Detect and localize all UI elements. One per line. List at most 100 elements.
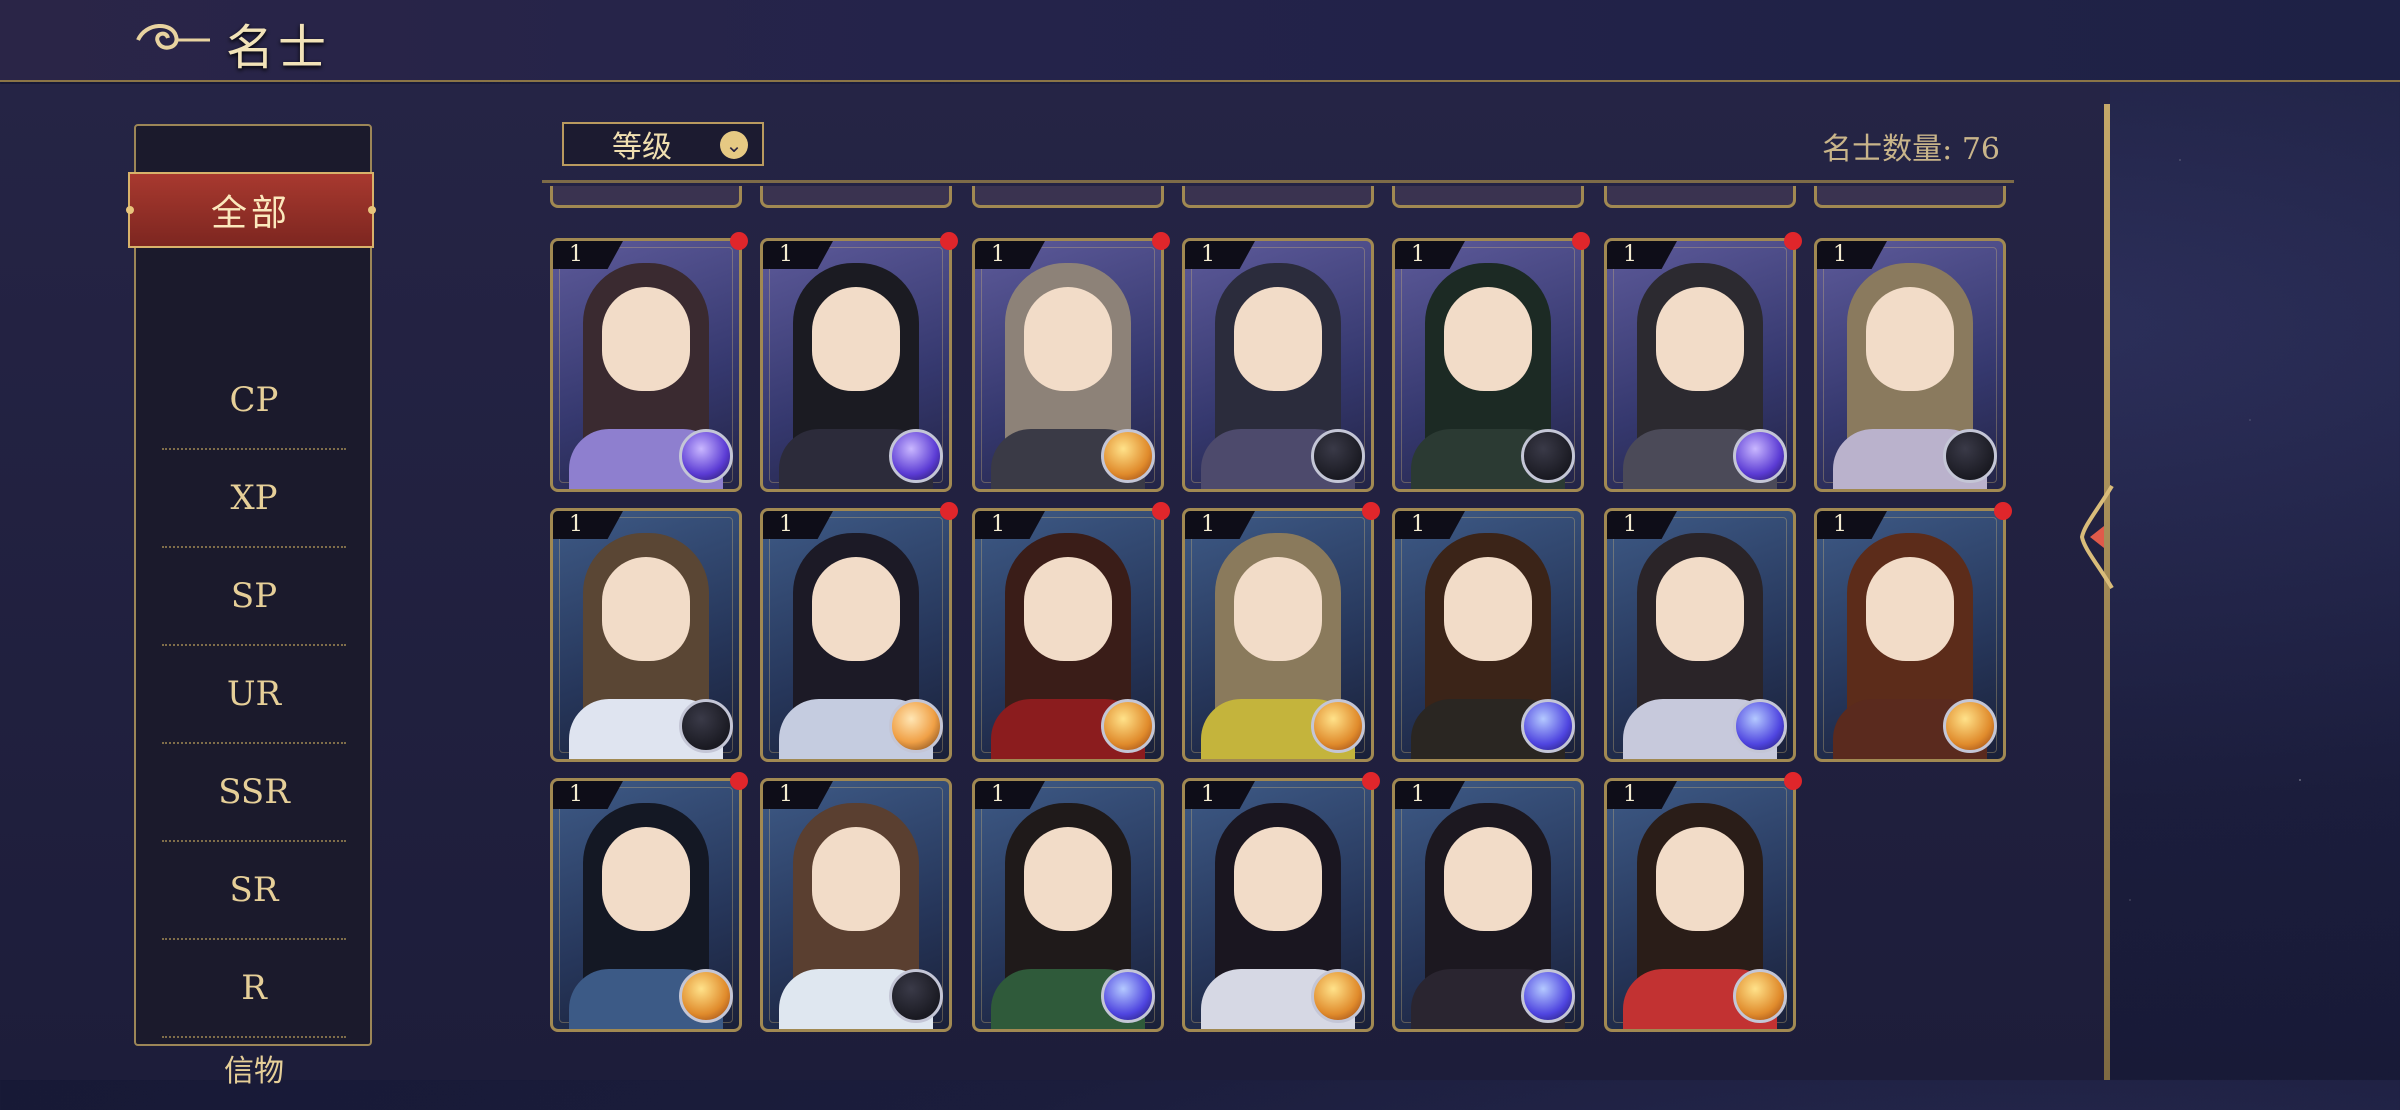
notification-dot <box>1572 232 1590 250</box>
hero-card-partial[interactable] <box>972 186 1164 208</box>
notification-dot <box>1362 772 1380 790</box>
element-badge-icon <box>1521 969 1575 1023</box>
element-badge-icon <box>889 969 943 1023</box>
hero-card[interactable]: 1 <box>550 508 742 762</box>
element-badge-icon <box>679 699 733 753</box>
cloud-emblem-icon <box>136 24 210 50</box>
hero-card[interactable]: 1 <box>1814 508 2006 762</box>
hero-card-partial[interactable] <box>550 186 742 208</box>
element-badge-icon <box>679 429 733 483</box>
hero-card[interactable]: 1 <box>972 238 1164 492</box>
portrait-face <box>1024 287 1112 391</box>
sidebar-item-label: SP <box>230 576 278 616</box>
hero-card[interactable]: 1 <box>760 778 952 1032</box>
notification-dot <box>940 232 958 250</box>
divider <box>542 180 2014 183</box>
hero-card[interactable]: 1 <box>1604 508 1796 762</box>
portrait-face <box>1234 827 1322 931</box>
element-badge-icon <box>1101 969 1155 1023</box>
notification-dot <box>730 232 748 250</box>
portrait-face <box>1656 287 1744 391</box>
element-badge-icon <box>1521 699 1575 753</box>
sidebar-item-label: SSR <box>218 772 290 812</box>
hero-card[interactable]: 1 <box>1814 238 2006 492</box>
sidebar-item-sr[interactable]: SR <box>162 842 346 940</box>
sidebar-item-ur[interactable]: UR <box>162 646 346 744</box>
element-badge-icon <box>1311 429 1365 483</box>
hero-card[interactable]: 1 <box>1392 238 1584 492</box>
hero-card[interactable]: 1 <box>1392 778 1584 1032</box>
card-grid[interactable]: 11111111111111111111 <box>540 186 2020 1036</box>
portrait-face <box>1024 827 1112 931</box>
element-badge-icon <box>1101 699 1155 753</box>
hero-card[interactable]: 1 <box>1604 238 1796 492</box>
portrait-face <box>1234 557 1322 661</box>
portrait-face <box>1444 557 1532 661</box>
element-badge-icon <box>1521 429 1575 483</box>
element-badge-icon <box>1733 429 1787 483</box>
element-badge-icon <box>1101 429 1155 483</box>
portrait-face <box>1656 827 1744 931</box>
hero-card[interactable]: 1 <box>1182 508 1374 762</box>
sidebar-item-cp[interactable]: CP <box>162 352 346 450</box>
hero-card[interactable]: 1 <box>972 778 1164 1032</box>
element-badge-icon <box>1943 429 1997 483</box>
element-badge-icon <box>1311 969 1365 1023</box>
portrait-face <box>1024 557 1112 661</box>
hero-card[interactable]: 1 <box>550 778 742 1032</box>
sidebar-item-label: SR <box>229 870 279 910</box>
hero-card[interactable]: 1 <box>760 238 952 492</box>
element-badge-icon <box>1311 699 1365 753</box>
sidebar-item-sp[interactable]: SP <box>162 548 346 646</box>
sidebar-item-all[interactable]: 全部 <box>126 172 376 248</box>
notification-dot <box>1152 232 1170 250</box>
sidebar-item-label: CP <box>229 380 279 420</box>
sidebar-item-r[interactable]: R <box>162 940 346 1038</box>
notification-dot <box>1362 502 1380 520</box>
element-badge-icon <box>1733 969 1787 1023</box>
sort-dropdown[interactable]: 等级 ⌄ <box>562 122 764 166</box>
hero-card-partial[interactable] <box>1814 186 2006 208</box>
notification-dot <box>1784 232 1802 250</box>
hero-card-partial[interactable] <box>760 186 952 208</box>
sidebar-item-label: 全部 <box>210 193 291 234</box>
element-badge-icon <box>1943 699 1997 753</box>
page-title: 名士 <box>226 20 331 76</box>
hero-card-partial[interactable] <box>1182 186 1374 208</box>
portrait-face <box>1866 557 1954 661</box>
hero-card[interactable]: 1 <box>1392 508 1584 762</box>
category-sidebar: CP XP SP UR SSR SR R 信物 <box>134 124 372 1089</box>
sidebar-item-ssr[interactable]: SSR <box>162 744 346 842</box>
portrait-face <box>1444 287 1532 391</box>
portrait-face <box>812 557 900 661</box>
notification-dot <box>730 772 748 790</box>
hero-card[interactable]: 1 <box>550 238 742 492</box>
sidebar-item-token[interactable]: 信物 <box>162 1026 346 1110</box>
portrait-face <box>602 827 690 931</box>
hero-card[interactable]: 1 <box>1182 778 1374 1032</box>
ornament-dot <box>368 206 376 214</box>
element-badge-icon <box>679 969 733 1023</box>
portrait-face <box>812 827 900 931</box>
portrait-face <box>1656 557 1744 661</box>
hero-card[interactable]: 1 <box>1604 778 1796 1032</box>
sidebar-item-xp[interactable]: XP <box>162 450 346 548</box>
hero-card-partial[interactable] <box>1392 186 1584 208</box>
sort-label: 等级 <box>612 130 672 165</box>
notification-dot <box>1784 772 1802 790</box>
hero-card[interactable]: 1 <box>760 508 952 762</box>
sidebar-item-label: R <box>241 968 267 1008</box>
element-badge-icon <box>889 429 943 483</box>
sidebar-item-label: UR <box>226 674 282 714</box>
hero-card[interactable]: 1 <box>1182 238 1374 492</box>
sidebar-item-label: XP <box>230 478 278 518</box>
sidebar-item-label: 信物 <box>224 1054 284 1089</box>
hero-card-partial[interactable] <box>1604 186 1796 208</box>
ornament-dot <box>126 206 134 214</box>
chevron-down-icon: ⌄ <box>720 131 748 159</box>
hero-card[interactable]: 1 <box>972 508 1164 762</box>
portrait-face <box>1866 287 1954 391</box>
notification-dot <box>940 502 958 520</box>
collapse-arrow-icon[interactable] <box>2078 482 2118 592</box>
hero-count: 名士数量: 76 <box>1822 132 2000 167</box>
